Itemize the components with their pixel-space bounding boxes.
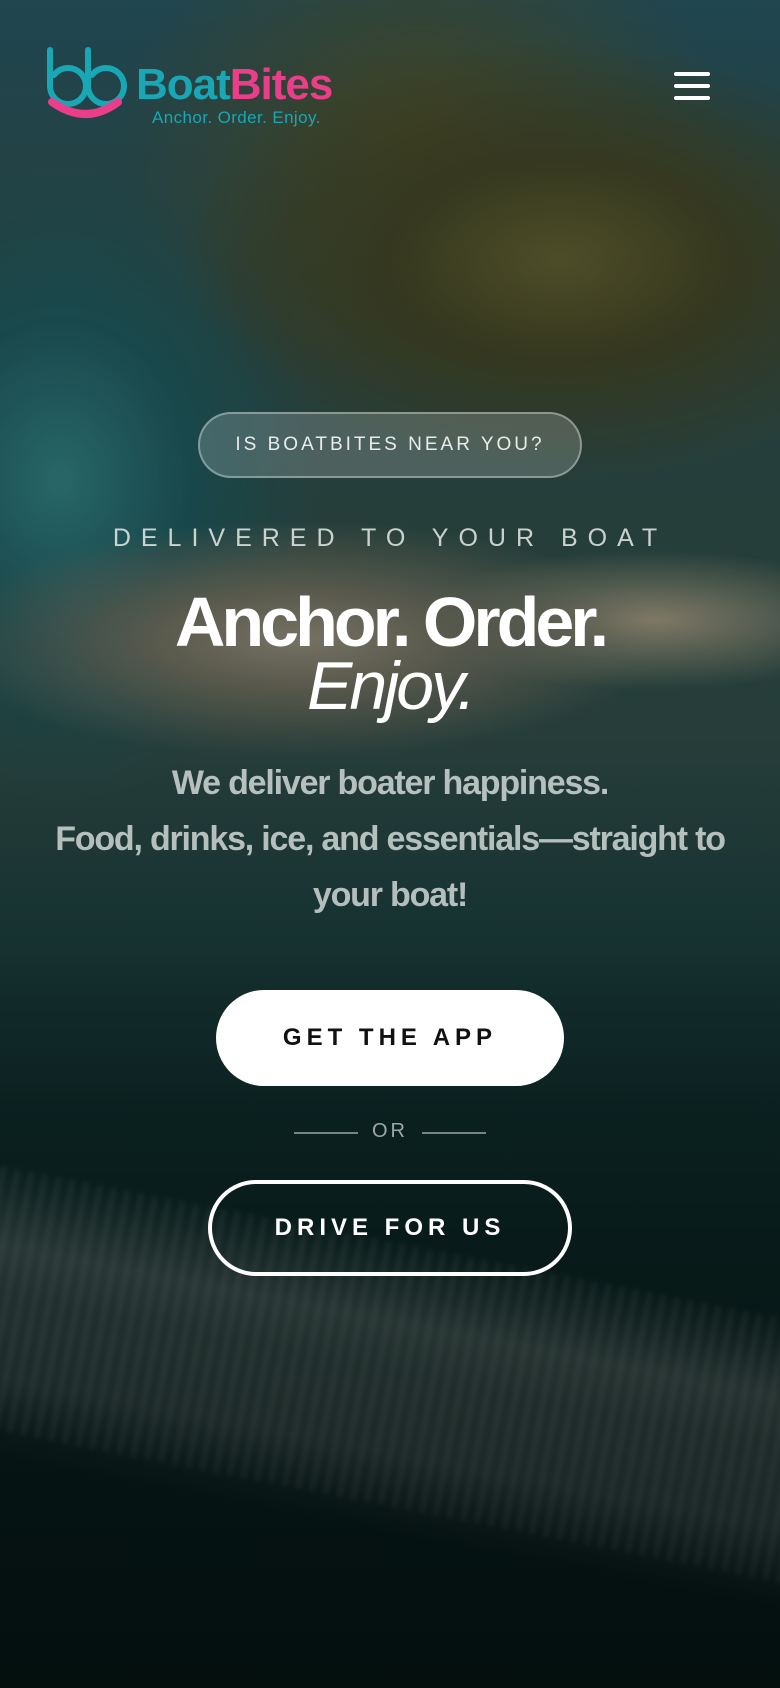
hero-subtext-line2: Food, drinks, ice, and essentials—straig… [55, 820, 726, 914]
hero-eyebrow: DELIVERED TO YOUR BOAT [112, 524, 668, 552]
hero-subtext-line1: We deliver boater happiness. [171, 764, 609, 802]
drive-for-us-button[interactable]: DRIVE FOR US [208, 1180, 572, 1276]
hero-subtext: We deliver boater happiness. Food, drink… [40, 755, 740, 923]
brand-logo[interactable]: BoatBites Anchor. Order. Enjoy. [44, 46, 364, 130]
brand-name: BoatBites [136, 60, 334, 110]
get-the-app-button[interactable]: GET THE APP [216, 990, 564, 1086]
brand-name-boat: Boat [136, 60, 231, 109]
divider-line-right [422, 1132, 486, 1134]
bb-smile-logo-icon [47, 47, 127, 118]
brand-tagline: Anchor. Order. Enjoy. [152, 108, 321, 127]
location-check-button[interactable]: IS BOATBITES NEAR YOU? [198, 412, 582, 478]
or-divider: OR [294, 1120, 486, 1146]
hero-headline-italic: Enjoy. [307, 648, 476, 724]
brand-name-bites: Bites [229, 60, 334, 109]
hamburger-menu-icon[interactable] [672, 68, 712, 104]
